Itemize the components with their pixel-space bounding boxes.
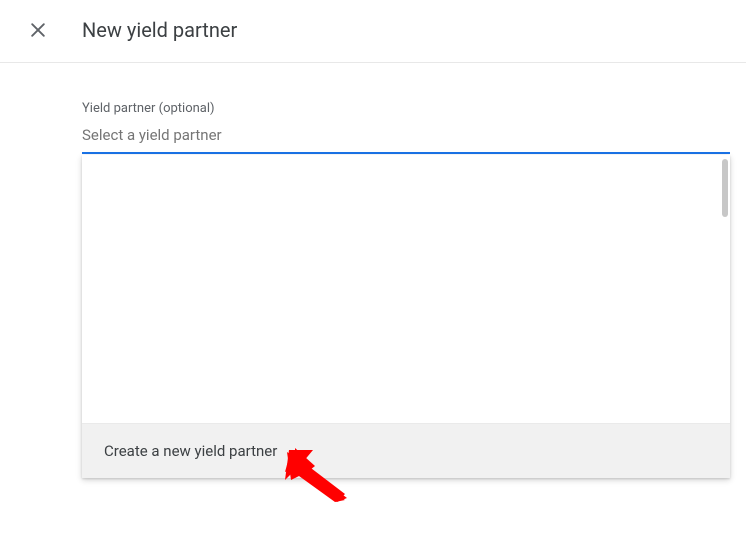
yield-partner-select[interactable]: Select a yield partner bbox=[82, 126, 730, 154]
dropdown-options-list[interactable] bbox=[82, 155, 730, 423]
yield-partner-label: Yield partner (optional) bbox=[82, 101, 726, 116]
form-area: Yield partner (optional) Select a yield … bbox=[0, 63, 746, 154]
dialog-title: New yield partner bbox=[82, 18, 237, 42]
dialog-header: New yield partner bbox=[0, 0, 746, 63]
yield-partner-dropdown: Create a new yield partner bbox=[82, 155, 730, 478]
scrollbar-thumb[interactable] bbox=[722, 159, 728, 217]
close-icon[interactable] bbox=[28, 20, 48, 40]
create-new-yield-partner-button[interactable]: Create a new yield partner bbox=[82, 423, 730, 478]
